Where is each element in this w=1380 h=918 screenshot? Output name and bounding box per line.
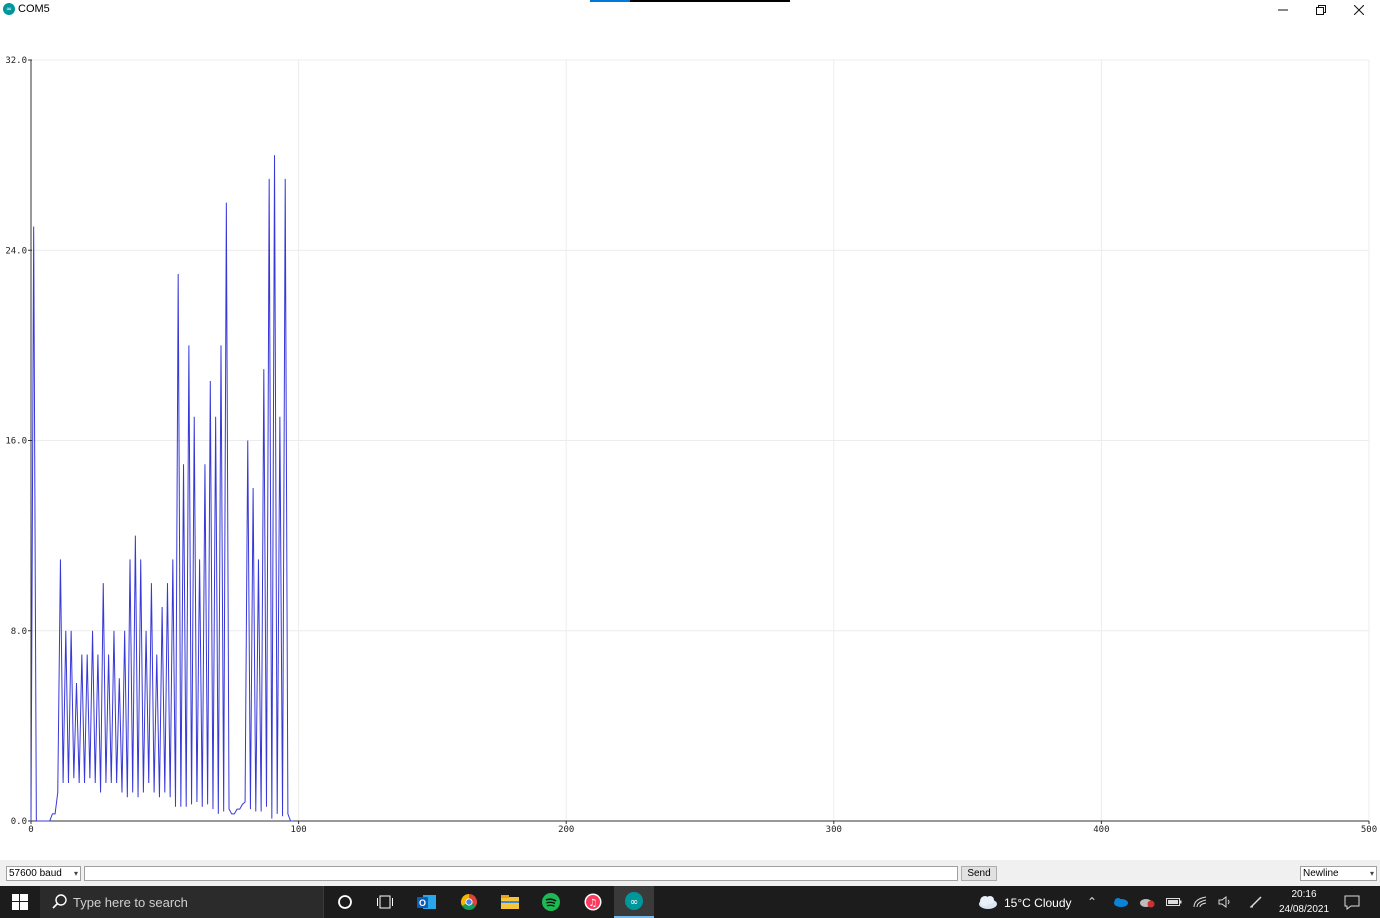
title-bar: ∞ COM5 [0, 0, 1380, 20]
bottom-bar: 57600 baud ▾ Send Newline ▾ [0, 860, 1380, 886]
outlook-button[interactable]: O [407, 886, 447, 918]
search-icon [52, 894, 67, 909]
close-icon [1354, 5, 1364, 15]
spotify-button[interactable] [531, 886, 571, 918]
file-explorer-button[interactable] [490, 886, 530, 918]
windows-logo-icon [12, 894, 28, 910]
line-ending-value: Newline [1303, 868, 1339, 879]
task-view-button[interactable] [365, 886, 405, 918]
chrome-button[interactable] [449, 886, 489, 918]
y-tick-label: 24.0 [5, 246, 27, 256]
itunes-button[interactable]: ♫ [573, 886, 613, 918]
arduino-infinity-icon: ∞ [3, 3, 15, 15]
y-tick-label: 8.0 [11, 627, 27, 637]
battery-icon[interactable] [1166, 897, 1182, 907]
arduino-icon: ∞ [625, 892, 643, 910]
x-tick-label: 100 [290, 825, 306, 835]
chevron-down-icon: ▾ [73, 869, 78, 878]
start-button[interactable] [0, 886, 40, 918]
minimize-icon [1278, 9, 1288, 11]
title-accent-bar [590, 0, 790, 2]
itunes-icon: ♫ [584, 893, 602, 911]
minimize-button[interactable] [1264, 0, 1302, 20]
chrome-icon [460, 894, 478, 911]
series-line [30, 155, 294, 822]
baud-rate-select[interactable]: 57600 baud ▾ [6, 866, 81, 881]
notification-icon[interactable] [1344, 895, 1360, 910]
clock-date[interactable]: 24/08/2021 [1274, 904, 1334, 915]
restore-button[interactable] [1302, 0, 1340, 20]
search-placeholder: Type here to search [73, 895, 188, 910]
cortana-icon [338, 895, 352, 909]
cloud-error-icon[interactable] [1139, 896, 1155, 908]
clock-time[interactable]: 20:16 [1280, 889, 1328, 900]
serial-plotter: 0.0 8.0 16.0 24.0 32.0 0 100 200 300 400 500 [0, 20, 1380, 860]
onedrive-icon[interactable] [1112, 897, 1128, 907]
weather-text[interactable]: 15°C Cloudy [1004, 896, 1072, 910]
close-button[interactable] [1340, 0, 1378, 20]
y-tick-label: 32.0 [5, 56, 27, 66]
baud-rate-value: 57600 baud [9, 868, 62, 879]
send-button[interactable]: Send [961, 866, 997, 881]
restore-icon [1316, 5, 1326, 15]
chevron-down-icon: ▾ [1369, 869, 1374, 878]
arduino-button[interactable]: ∞ [614, 886, 654, 918]
x-tick-label: 300 [826, 825, 842, 835]
task-view-icon [377, 895, 393, 909]
x-tick-label: 0 [28, 825, 33, 835]
cortana-button[interactable] [325, 886, 365, 918]
y-tick-label: 0.0 [11, 817, 27, 827]
plot-canvas: 0.0 8.0 16.0 24.0 32.0 0 100 200 300 400 500 [5, 56, 1377, 835]
svg-text:O: O [419, 898, 426, 908]
spotify-icon [542, 893, 560, 911]
serial-send-input[interactable] [84, 866, 958, 881]
svg-text:♫: ♫ [589, 898, 598, 909]
pen-icon[interactable] [1249, 896, 1263, 908]
x-tick-label: 400 [1093, 825, 1109, 835]
y-tick-label: 16.0 [5, 437, 27, 447]
line-ending-select[interactable]: Newline ▾ [1300, 866, 1377, 881]
file-explorer-icon [501, 895, 519, 909]
svg-text:∞: ∞ [630, 897, 638, 908]
outlook-icon: O [417, 895, 436, 909]
volume-icon[interactable] [1218, 896, 1232, 908]
taskbar: Type here to search O ♫ ∞ 15°C Cloudy ⌃ … [0, 886, 1380, 918]
wifi-icon[interactable] [1193, 896, 1207, 908]
chevron-up-icon[interactable]: ⌃ [1087, 895, 1097, 909]
cloud-icon [979, 896, 997, 909]
x-tick-label: 200 [558, 825, 574, 835]
window-title: COM5 [18, 3, 50, 15]
taskbar-search-box[interactable]: Type here to search [40, 886, 324, 918]
x-tick-label: 500 [1361, 825, 1377, 835]
